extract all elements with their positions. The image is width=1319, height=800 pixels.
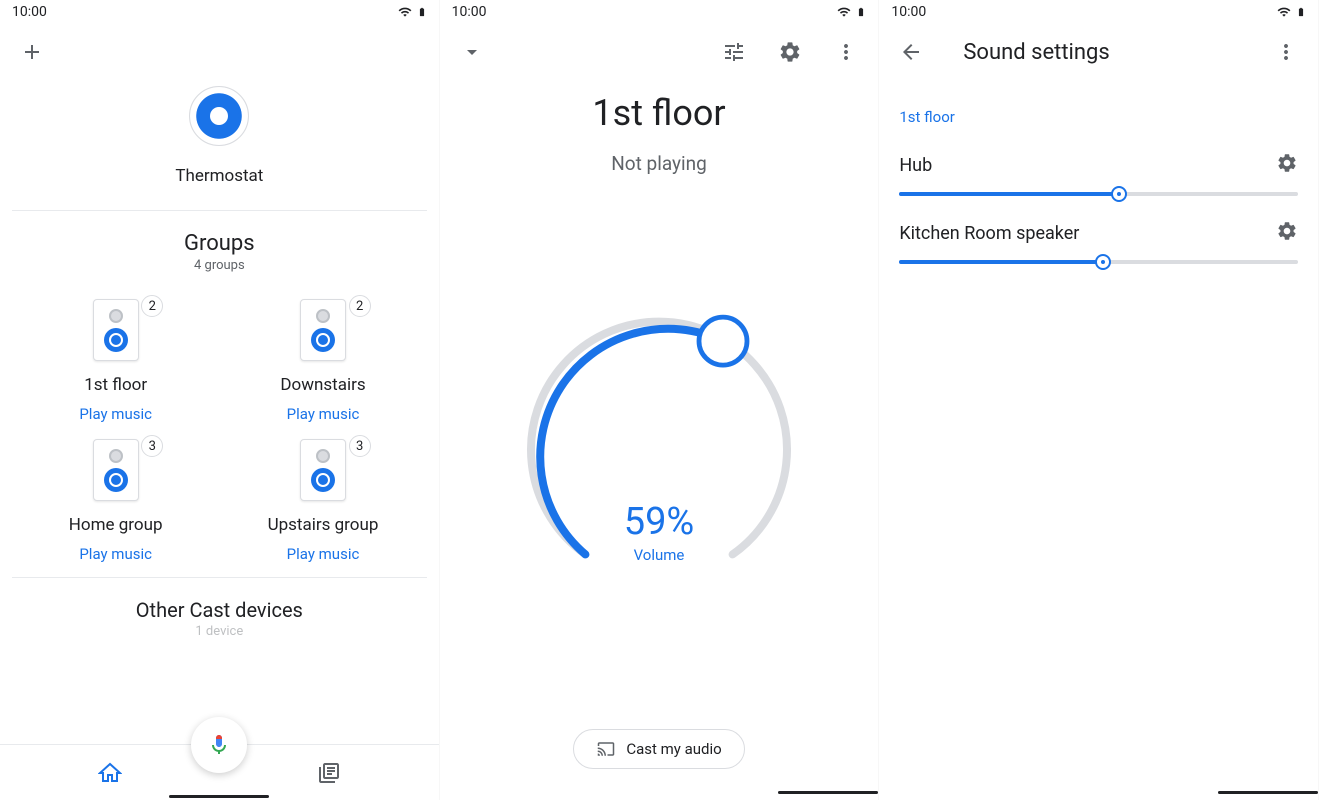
cast-icon [596,740,616,758]
speaker-icon [300,299,346,361]
battery-icon [1296,4,1306,20]
more-button[interactable] [826,32,866,72]
play-music-link[interactable]: Play music [287,405,360,423]
back-button[interactable] [891,32,931,72]
mic-icon [207,733,231,757]
status-icons [1276,4,1306,20]
home-screen: 10:00 Thermostat Groups 4 groups 2 1st f… [0,0,440,800]
page-title: Sound settings [963,40,1109,65]
group-badge: 2 [141,295,163,317]
device-settings-button[interactable] [1276,220,1298,246]
equalizer-button[interactable] [714,32,754,72]
bottom-nav [0,744,439,800]
gauge-label: 59% Volume [499,500,819,564]
other-cast-sub: 1 device [0,624,439,639]
group-name: Upstairs group [268,515,379,535]
more-button[interactable] [1266,32,1306,72]
group-badge: 3 [349,435,371,457]
nav-handle [1218,791,1318,794]
status-bar: 10:00 [879,0,1318,24]
slider-hub: Hub [879,144,1318,212]
play-music-link[interactable]: Play music [79,405,152,423]
status-icons [397,4,427,20]
group-name: Downstairs [280,375,365,395]
slider-kitchen: Kitchen Room speaker [879,212,1318,280]
volume-slider[interactable] [899,260,1298,264]
groups-title: Groups [0,231,439,256]
status-time: 10:00 [452,4,487,20]
wifi-icon [836,5,852,19]
status-icons [836,4,866,20]
room-title: 1st floor [440,92,879,134]
group-home-group[interactable]: 3 Home group Play music [12,429,219,569]
group-badge: 2 [349,295,371,317]
volume-label: Volume [499,546,819,564]
add-button[interactable] [12,32,52,72]
playback-status: Not playing [440,152,879,175]
group-label[interactable]: 1st floor [879,80,1318,144]
status-bar: 10:00 [0,0,439,24]
thermostat-label: Thermostat [175,166,263,186]
groups-count: 4 groups [0,258,439,273]
group-name: Home group [69,515,163,535]
top-bar: Sound settings [879,24,1318,80]
device-settings-button[interactable] [1276,152,1298,178]
battery-icon [417,4,427,20]
group-badge: 3 [141,435,163,457]
mic-fab[interactable] [191,717,247,773]
status-time: 10:00 [891,4,926,20]
volume-slider[interactable] [899,192,1298,196]
cast-label: Cast my audio [626,740,721,758]
play-music-link[interactable]: Play music [79,545,152,563]
volume-gauge[interactable]: 59% Volume [440,175,879,729]
group-downstairs[interactable]: 2 Downstairs Play music [219,289,426,429]
other-cast-title: Other Cast devices [0,598,439,622]
nav-library-button[interactable] [309,753,349,793]
wifi-icon [1276,5,1292,19]
status-time: 10:00 [12,4,47,20]
nav-handle [169,795,269,798]
wifi-icon [397,5,413,19]
thermostat-tile[interactable]: Thermostat [0,80,439,210]
slider-label: Hub [899,155,932,176]
other-cast-section: Other Cast devices 1 device [0,578,439,647]
group-name: 1st floor [84,375,147,395]
thermostat-icon [189,86,249,146]
cast-audio-button[interactable]: Cast my audio [573,729,744,769]
volume-value: 59% [499,500,819,544]
speaker-icon [300,439,346,501]
nav-home-button[interactable] [90,753,130,793]
settings-button[interactable] [770,32,810,72]
battery-icon [856,4,866,20]
top-bar [440,24,879,80]
divider [12,210,427,211]
expand-button[interactable] [452,32,492,72]
status-bar: 10:00 [440,0,879,24]
speaker-icon [93,299,139,361]
top-bar [0,24,439,80]
play-music-link[interactable]: Play music [287,545,360,563]
speaker-icon [93,439,139,501]
groups-grid: 2 1st floor Play music 2 Downstairs Play… [0,281,439,577]
nav-handle [778,791,878,794]
slider-label: Kitchen Room speaker [899,223,1079,244]
group-upstairs-group[interactable]: 3 Upstairs group Play music [219,429,426,569]
sound-settings-screen: 10:00 Sound settings 1st floor Hub [879,0,1319,800]
volume-screen: 10:00 1st floor Not playing [440,0,880,800]
group-1st-floor[interactable]: 2 1st floor Play music [12,289,219,429]
